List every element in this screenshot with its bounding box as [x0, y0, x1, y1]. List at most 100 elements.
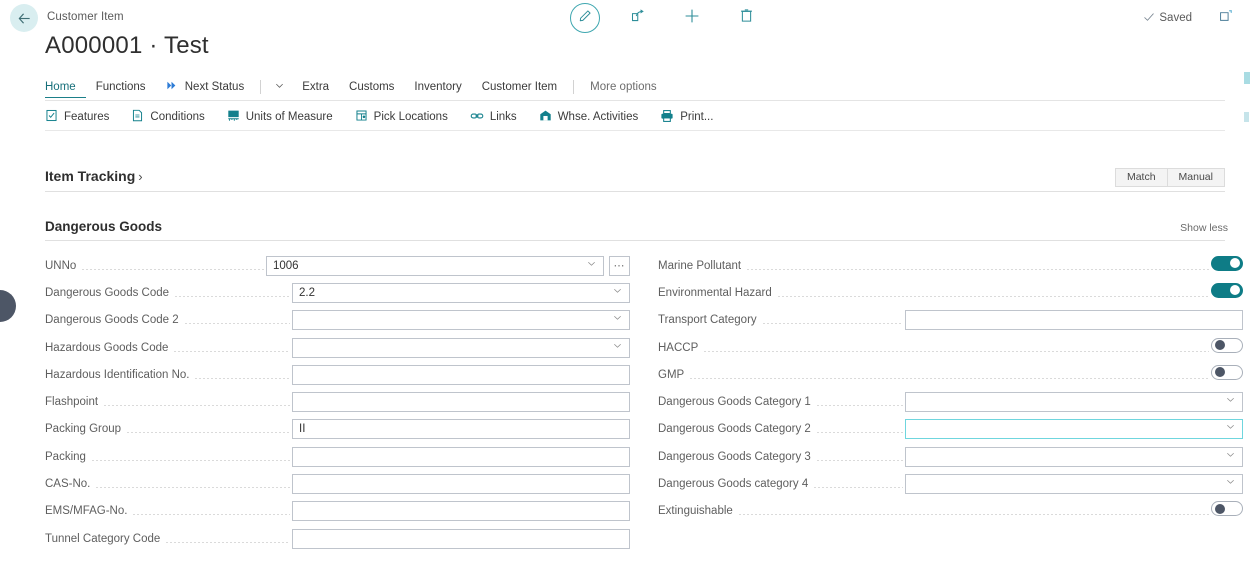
delete-button[interactable] — [730, 2, 762, 34]
field-label-dangerous-goods-category-2: Dangerous Goods Category 2 — [658, 423, 811, 436]
field-control-packing-group: II — [292, 419, 630, 440]
leader-dots — [194, 373, 290, 385]
top-bar: Customer Item A000001 · Test Saved — [0, 0, 1250, 59]
section-item-tracking-header[interactable]: Item Tracking › — [45, 168, 143, 184]
action-bar: Features Conditions Units of Measure Pic… — [45, 106, 735, 128]
extinguishable-toggle[interactable] — [1211, 501, 1243, 517]
window-actions: Saved — [1143, 0, 1242, 36]
gmp-toggle[interactable] — [1211, 364, 1243, 380]
action-links[interactable]: Links — [470, 109, 517, 126]
pill-match[interactable]: Match — [1116, 169, 1167, 186]
dangerous-goods-category-2-input[interactable] — [905, 419, 1243, 440]
field-row-cas-no: CAS-No. — [45, 470, 630, 497]
share-button[interactable] — [622, 2, 654, 34]
chevron-down-icon[interactable] — [612, 339, 623, 357]
marine-pollutant-toggle[interactable] — [1211, 255, 1243, 271]
dangerous-goods-category-4-input[interactable] — [905, 474, 1243, 495]
field-control-dangerous-goods-category-1 — [905, 392, 1243, 413]
dangerous-goods-category-1-input[interactable] — [905, 392, 1243, 413]
tab-functions[interactable]: Functions — [86, 76, 156, 98]
chevron-down-icon[interactable] — [586, 257, 597, 275]
transport-category-input[interactable] — [905, 310, 1243, 331]
chevron-right-icon: › — [138, 169, 143, 184]
field-row-dangerous-goods-category-3: Dangerous Goods Category 3 — [658, 443, 1243, 470]
toggle-knob — [1230, 285, 1240, 296]
leader-dots — [126, 427, 290, 439]
packing-input[interactable] — [292, 446, 630, 467]
action-whse-activities-label: Whse. Activities — [557, 111, 639, 123]
packing-group-input[interactable]: II — [292, 419, 630, 440]
pill-manual[interactable]: Manual — [1166, 169, 1224, 186]
field-row-flashpoint: Flashpoint — [45, 388, 630, 415]
show-less-button[interactable]: Show less — [1180, 222, 1228, 234]
next-status-dropdown-button[interactable] — [267, 80, 292, 94]
dangerous-goods-code-2-input[interactable] — [292, 310, 630, 331]
tunnel-category-code-input[interactable] — [292, 528, 630, 549]
field-control-marine-pollutant — [1211, 255, 1243, 276]
chevron-down-icon[interactable] — [612, 311, 623, 329]
field-row-dangerous-goods-category-2: Dangerous Goods Category 2 — [658, 416, 1243, 443]
toggle-knob — [1215, 503, 1225, 514]
tab-customer-item[interactable]: Customer Item — [472, 76, 567, 98]
leader-dots — [173, 346, 290, 358]
open-in-new-window-button[interactable] — [1210, 2, 1242, 34]
field-label-tunnel-category-code: Tunnel Category Code — [45, 532, 161, 545]
ribbon-tabs: Home Functions Next Status Extra Customs… — [45, 76, 667, 98]
action-pick-locations[interactable]: Pick Locations — [355, 109, 448, 125]
action-units-of-measure[interactable]: Units of Measure — [227, 109, 333, 125]
dangerous-goods-category-3-input[interactable] — [905, 446, 1243, 467]
chevron-down-icon[interactable] — [1225, 393, 1236, 411]
trash-icon — [739, 8, 754, 28]
tab-next-status[interactable]: Next Status — [156, 76, 255, 98]
tab-customer-item-label: Customer Item — [481, 81, 558, 93]
new-button[interactable] — [676, 2, 708, 34]
field-control-dangerous-goods-code: 2.2 — [292, 282, 630, 303]
tab-extra[interactable]: Extra — [292, 76, 339, 98]
action-print[interactable]: Print... — [660, 109, 713, 126]
hazardous-goods-code-input[interactable] — [292, 337, 630, 358]
dangerous-goods-right-column: Marine Pollutant Environmental Hazard Tr… — [658, 252, 1243, 525]
breadcrumb[interactable]: Customer Item — [47, 11, 124, 23]
action-features[interactable]: Features — [45, 109, 109, 125]
tab-home-label: Home — [45, 81, 76, 93]
field-row-tunnel-category-code: Tunnel Category Code — [45, 525, 630, 552]
leader-dots — [777, 291, 1209, 303]
chevron-down-icon[interactable] — [1225, 420, 1236, 438]
field-label-dangerous-goods-category-3: Dangerous Goods Category 3 — [658, 450, 811, 463]
dangerous-goods-code-value: 2.2 — [299, 286, 315, 299]
field-row-packing: Packing — [45, 443, 630, 470]
packing-group-value: II — [299, 423, 306, 436]
tab-home[interactable]: Home — [45, 76, 86, 98]
dangerous-goods-code-input[interactable]: 2.2 — [292, 282, 630, 303]
field-control-gmp — [1211, 364, 1243, 385]
flashpoint-input[interactable] — [292, 392, 630, 413]
tab-inventory[interactable]: Inventory — [404, 76, 471, 98]
field-row-dangerous-goods-code: Dangerous Goods Code 2.2 — [45, 279, 630, 306]
more-options-button[interactable]: More options — [580, 76, 666, 98]
tab-next-status-label: Next Status — [184, 81, 245, 93]
haccp-toggle[interactable] — [1211, 337, 1243, 353]
leader-dots — [813, 482, 903, 494]
tab-divider-1 — [260, 80, 262, 94]
action-conditions[interactable]: Conditions — [131, 109, 205, 125]
tab-customs[interactable]: Customs — [339, 76, 404, 98]
unno-lookup-button[interactable]: ⋯ — [609, 255, 630, 276]
field-row-packing-group: Packing Group II — [45, 416, 630, 443]
field-row-dangerous-goods-category-1: Dangerous Goods Category 1 — [658, 388, 1243, 415]
leader-dots — [703, 346, 1209, 358]
chevron-down-icon[interactable] — [1225, 475, 1236, 493]
cas-no-input[interactable] — [292, 474, 630, 495]
chevron-down-icon[interactable] — [1225, 448, 1236, 466]
share-icon — [631, 8, 646, 28]
hazardous-identification-no-input[interactable] — [292, 364, 630, 385]
action-units-of-measure-label: Units of Measure — [245, 111, 333, 123]
environmental-hazard-toggle[interactable] — [1211, 282, 1243, 298]
chevron-down-icon[interactable] — [612, 284, 623, 302]
edit-button[interactable] — [570, 3, 600, 33]
action-whse-activities[interactable]: Whse. Activities — [539, 109, 639, 125]
field-control-tunnel-category-code — [292, 528, 630, 549]
back-button[interactable] — [10, 4, 38, 32]
unno-input[interactable]: 1006 — [266, 255, 604, 276]
chevron-down-icon — [274, 82, 285, 94]
ems-mfag-no-input[interactable] — [292, 501, 630, 522]
